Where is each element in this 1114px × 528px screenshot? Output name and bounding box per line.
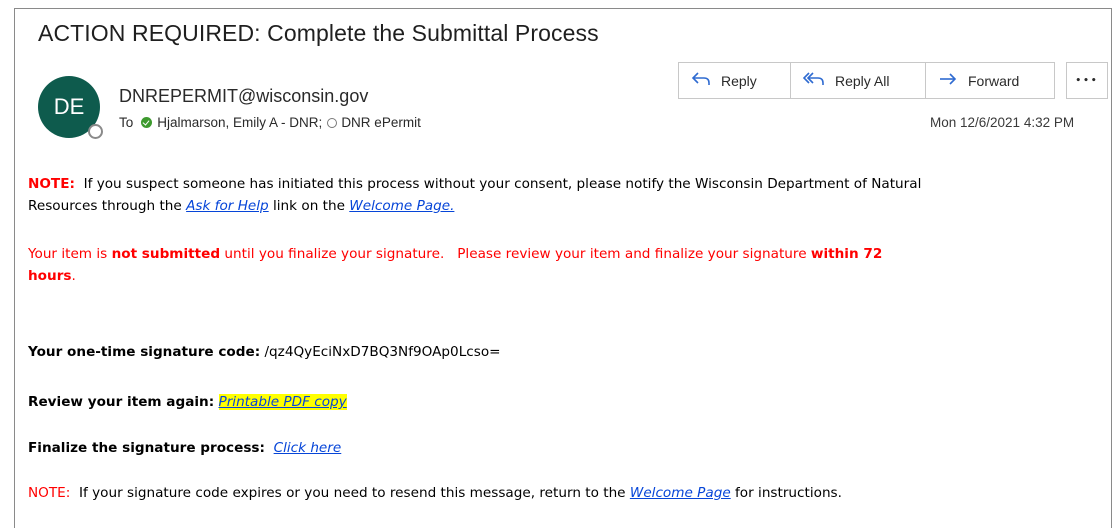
note-text-3: link on the	[268, 198, 350, 214]
forward-button[interactable]: Forward	[926, 63, 1054, 98]
reply-icon	[691, 71, 711, 90]
more-icon: •••	[1075, 75, 1099, 86]
signature-code-value[interactable]: /qz4QyEciNxD7BQ3Nf9OAp0Lcso=	[260, 344, 500, 360]
warning-line1: Your item is not submitted until you fin…	[28, 243, 882, 266]
forward-label: Forward	[968, 72, 1020, 89]
recipient-1[interactable]: Hjalmarson, Emily A - DNR;	[157, 115, 322, 130]
avatar-initials: DE	[53, 94, 85, 119]
review-line: Review your item again: Printable PDF co…	[28, 391, 347, 414]
forward-arrow-icon	[938, 71, 958, 90]
warning-text-2: until you finalize your signature. Pleas…	[220, 246, 811, 262]
warning-hours: hours	[28, 268, 72, 284]
reply-all-label: Reply All	[835, 72, 890, 89]
email-subject: ACTION REQUIRED: Complete the Submittal …	[38, 20, 599, 46]
warning-period: .	[71, 268, 76, 284]
sender-address[interactable]: DNREPERMIT@wisconsin.gov	[119, 86, 368, 107]
note-text-2: Resources through the	[28, 198, 187, 214]
sent-timestamp: Mon 12/6/2021 4:32 PM	[930, 115, 1075, 130]
note2-text: If your signature code expires or you ne…	[70, 485, 630, 501]
note-paragraph-line2: Resources through the Ask for Help link …	[28, 195, 454, 218]
presence-unknown-icon	[327, 117, 338, 128]
warning-not-submitted: not submitted	[111, 246, 221, 262]
note-text: If you suspect someone has initiated thi…	[74, 176, 922, 192]
presence-status-icon	[88, 124, 103, 139]
more-actions-button[interactable]: •••	[1066, 62, 1108, 99]
note-label: NOTE:	[28, 176, 75, 192]
ask-for-help-link[interactable]: Ask for Help	[186, 198, 269, 214]
signature-code-line: Your one-time signature code: /qz4QyEciN…	[28, 341, 501, 364]
review-label: Review your item again:	[28, 394, 215, 410]
click-here-link[interactable]: Click here	[274, 440, 342, 456]
finalize-line: Finalize the signature process: Click he…	[28, 437, 341, 460]
note-paragraph-line1: NOTE: If you suspect someone has initiat…	[28, 173, 921, 196]
welcome-page-link[interactable]: Welcome Page.	[349, 198, 454, 214]
warning-text: Your item is	[28, 246, 112, 262]
to-label: To	[119, 115, 134, 130]
note2-text-2: for instructions.	[730, 485, 842, 501]
message-actions-toolbar: Reply Reply All Forward	[678, 62, 1055, 99]
recipients-line: To Hjalmarson, Emily A - DNR; DNR ePermi…	[119, 115, 421, 130]
note2-line: NOTE: If your signature code expires or …	[28, 482, 842, 505]
printable-pdf-link[interactable]: Printable PDF copy	[218, 394, 347, 410]
reply-label: Reply	[721, 72, 757, 89]
reply-all-icon	[802, 71, 825, 90]
note2-label: NOTE:	[28, 485, 71, 501]
welcome-page-link-2[interactable]: Welcome Page	[630, 485, 731, 501]
recipient-2[interactable]: DNR ePermit	[341, 115, 421, 130]
finalize-label: Finalize the signature process:	[28, 440, 265, 456]
warning-within: within 72	[810, 246, 883, 262]
signature-code-label: Your one-time signature code:	[28, 344, 261, 360]
presence-available-icon	[141, 117, 153, 128]
warning-line2: hours.	[28, 265, 76, 288]
reply-all-button[interactable]: Reply All	[791, 63, 926, 98]
reply-button[interactable]: Reply	[679, 63, 791, 98]
